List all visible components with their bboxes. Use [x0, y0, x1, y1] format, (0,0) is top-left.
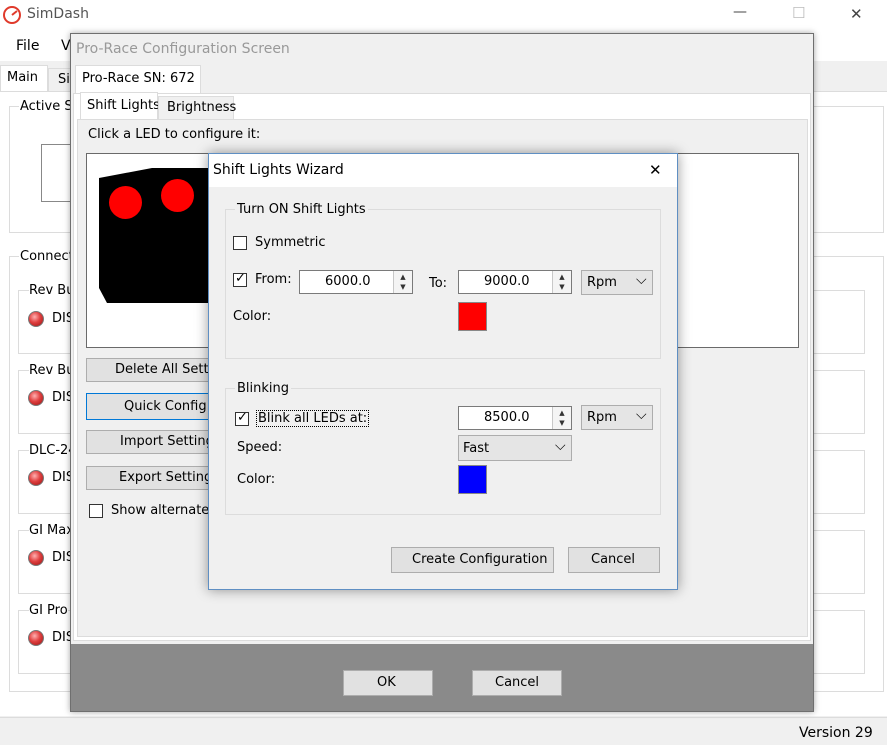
create-configuration-button[interactable]: Create Configuration	[391, 547, 554, 573]
symmetric-checkbox[interactable]	[233, 236, 247, 250]
turn-on-group: Turn ON Shift Lights Symmetric ✓ From: 6…	[225, 202, 661, 359]
to-label: To:	[429, 276, 448, 291]
import-settings-button[interactable]: Import Settings	[86, 430, 226, 454]
from-label: From:	[255, 272, 292, 287]
tab-brightness[interactable]: Brightness	[158, 96, 237, 120]
led-instruction: Click a LED to configure it:	[88, 127, 261, 142]
blink-value-input[interactable]: 8500.0 ▲ ▼	[458, 406, 572, 430]
status-bar: Version 29	[0, 717, 887, 745]
speed-label: Speed:	[237, 440, 283, 455]
turn-on-color-swatch[interactable]	[458, 302, 487, 331]
version-label: Version 29	[799, 725, 873, 741]
quick-config-button[interactable]: Quick Config...	[86, 393, 226, 420]
show-alternate-label: Show alternate p	[111, 503, 222, 518]
from-value-input[interactable]: 6000.0 ▲ ▼	[299, 270, 413, 294]
from-spinner[interactable]: ▲ ▼	[393, 271, 412, 293]
menu-file[interactable]: File	[16, 38, 39, 54]
show-alternate-checkbox[interactable]	[89, 504, 103, 518]
led-status-icon	[28, 311, 44, 327]
blink-all-checkbox[interactable]: ✓	[235, 410, 249, 426]
chevron-down-icon: ⌵	[636, 272, 647, 288]
wizard-cancel-button[interactable]: Cancel	[568, 547, 660, 573]
led-2[interactable]	[161, 179, 194, 212]
wizard-title: Shift Lights Wizard	[213, 162, 344, 178]
blink-color-label: Color:	[237, 472, 276, 487]
speed-select[interactable]: Fast ⌵	[458, 435, 572, 461]
led-status-icon	[28, 470, 44, 486]
shift-lights-wizard-dialog: Shift Lights Wizard ✕ Turn ON Shift Ligh…	[208, 153, 678, 590]
simdash-logo-icon	[3, 6, 21, 24]
spin-down-icon[interactable]: ▼	[553, 419, 571, 427]
turn-on-unit-select[interactable]: Rpm ⌵	[581, 270, 653, 295]
blink-all-label: Blink all LEDs at:	[256, 410, 370, 427]
spin-up-icon[interactable]: ▲	[553, 273, 571, 281]
config-cancel-button[interactable]: Cancel	[472, 670, 562, 696]
device-name: Rev Bu	[29, 283, 75, 298]
maximize-icon[interactable]: ☐	[792, 4, 805, 22]
led-status-icon	[28, 390, 44, 406]
to-spinner[interactable]: ▲ ▼	[552, 271, 571, 293]
tab-shift-lights[interactable]: Shift Lights	[80, 92, 160, 120]
spin-down-icon[interactable]: ▼	[394, 283, 412, 291]
ok-button[interactable]: OK	[343, 670, 433, 696]
device-name: GI Max	[29, 523, 74, 538]
tab-second-label: Si	[58, 72, 70, 87]
blinking-group-label: Blinking	[235, 381, 292, 396]
close-icon[interactable]: ✕	[850, 5, 863, 23]
tab-main-label: Main	[7, 70, 39, 85]
device-name: Rev Bu	[29, 363, 75, 378]
chevron-down-icon: ⌵	[555, 438, 566, 454]
tab-main[interactable]: Main	[0, 65, 48, 92]
tab-brightness-label: Brightness	[167, 100, 237, 115]
chevron-down-icon: ⌵	[636, 407, 647, 423]
main-title-bar: SimDash — ☐ ✕	[0, 0, 887, 31]
spin-up-icon[interactable]: ▲	[553, 409, 571, 417]
to-value-input[interactable]: 9000.0 ▲ ▼	[458, 270, 572, 294]
symmetric-label: Symmetric	[255, 235, 326, 250]
led-1[interactable]	[109, 186, 142, 219]
led-status-icon	[28, 550, 44, 566]
active-sim-label: Active Si	[19, 99, 78, 114]
device-name: GI Pro	[29, 603, 68, 618]
spin-up-icon[interactable]: ▲	[394, 273, 412, 281]
from-checkbox[interactable]: ✓	[233, 271, 247, 287]
tab-device-label: Pro-Race SN: 672	[82, 71, 195, 86]
export-settings-button[interactable]: Export Settings	[86, 466, 226, 490]
wizard-close-icon[interactable]: ✕	[649, 161, 662, 179]
blink-spinner[interactable]: ▲ ▼	[552, 407, 571, 429]
turn-on-color-label: Color:	[233, 309, 272, 324]
config-window-title: Pro-Race Configuration Screen	[76, 41, 290, 57]
tab-shift-lights-label: Shift Lights	[87, 98, 160, 113]
turn-on-group-label: Turn ON Shift Lights	[235, 202, 368, 217]
check-icon: ✓	[235, 271, 246, 286]
minimize-icon[interactable]: —	[733, 4, 747, 20]
app-title: SimDash	[27, 6, 89, 22]
tab-device[interactable]: Pro-Race SN: 672	[75, 65, 201, 94]
delete-all-settings-button[interactable]: Delete All Settin	[86, 358, 226, 382]
blinking-group: Blinking ✓ Blink all LEDs at: 8500.0 ▲ ▼…	[225, 381, 661, 515]
blink-unit-select[interactable]: Rpm ⌵	[581, 405, 653, 430]
blink-color-swatch[interactable]	[458, 465, 487, 494]
check-icon: ✓	[237, 410, 248, 425]
led-status-icon	[28, 630, 44, 646]
wizard-title-bar: Shift Lights Wizard ✕	[209, 154, 677, 187]
spin-down-icon[interactable]: ▼	[553, 283, 571, 291]
config-footer: OK Cancel	[71, 644, 813, 711]
